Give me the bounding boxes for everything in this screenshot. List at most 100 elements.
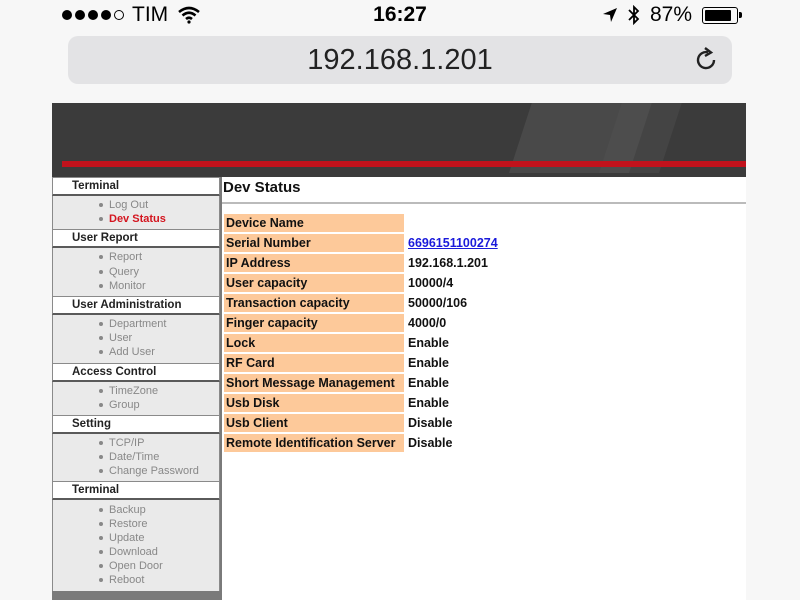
bluetooth-icon — [628, 5, 640, 25]
nav-header-user-report[interactable]: User Report — [52, 229, 220, 249]
row-value: Enable — [408, 336, 449, 350]
bullet-icon — [99, 388, 103, 393]
row-value: 4000/0 — [408, 316, 447, 330]
sidebar-item-monitor[interactable]: Monitor — [53, 279, 219, 293]
row-value-cell: Enable — [406, 394, 556, 412]
nav-group-user-administration: User Administration Department User Add Use… — [52, 295, 220, 363]
bullet-icon — [99, 521, 103, 526]
bullet-icon — [99, 255, 103, 260]
sidebar-item-group[interactable]: Group — [53, 398, 219, 412]
row-label: Usb Client — [224, 414, 404, 432]
row-value: Disable — [408, 436, 453, 450]
row-value: 10000/4 — [408, 276, 454, 290]
bullet-icon — [99, 469, 103, 474]
status-bar-right: 87% — [602, 3, 742, 27]
bullet-icon — [99, 535, 103, 540]
bullet-icon — [99, 336, 103, 341]
sidebar-item-label: Add User — [109, 346, 155, 359]
row-value-cell: Enable — [406, 354, 556, 372]
sidebar-item-open-door[interactable]: Open Door — [53, 559, 219, 573]
nav-header-user-administration[interactable]: User Administration — [52, 295, 220, 315]
row-value-cell: 6696151100274 — [406, 234, 556, 252]
sidebar-item-download[interactable]: Download — [53, 545, 219, 559]
nav-items: Backup Restore Update Download Open Door Rebo… — [52, 500, 220, 591]
sidebar-item-change-password[interactable]: Change Password — [53, 464, 219, 478]
address-bar[interactable]: 192.168.1.201 — [68, 36, 732, 84]
table-row: Lock Enable — [224, 334, 556, 352]
nav-group-access-control: Access Control TimeZone Group — [52, 362, 220, 415]
location-arrow-icon — [602, 8, 617, 22]
nav-items: Report Query Monitor — [52, 248, 220, 296]
sidebar-item-label: Update — [109, 531, 145, 544]
sidebar-item-label: Monitor — [109, 279, 146, 292]
nav-group-terminal: Terminal Backup Restore Update Download Open … — [52, 481, 220, 591]
ios-status-bar: TIM 16:27 87% — [0, 0, 800, 30]
sidebar-item-label: Date/Time — [109, 451, 160, 464]
sidebar-item-query[interactable]: Query — [53, 265, 219, 279]
row-label: Lock — [224, 334, 404, 352]
row-label: Short Message Management — [224, 374, 404, 392]
nav-header-terminal[interactable]: Terminal — [52, 177, 220, 196]
serial-number-link[interactable]: 6696151100274 — [408, 236, 498, 250]
table-row: Short Message Management Enable — [224, 374, 556, 392]
nav-items: Department User Add User — [52, 314, 220, 363]
table-row: Transaction capacity 50000/106 — [224, 294, 556, 312]
table-row: RF Card Enable — [224, 354, 556, 372]
reload-icon[interactable] — [692, 46, 720, 74]
sidebar-item-log-out[interactable]: Log Out — [53, 198, 219, 212]
sidebar-item-label: Group — [109, 398, 140, 411]
row-value-cell: Enable — [406, 334, 556, 352]
sidebar-item-label: Backup — [109, 503, 146, 516]
dev-status-table: Device Name Serial Number 6696151100274 IP … — [222, 212, 558, 454]
row-value-cell: 50000/106 — [406, 294, 556, 312]
nav-header-terminal[interactable]: Terminal — [52, 481, 220, 501]
row-value: 50000/106 — [408, 296, 468, 310]
sidebar-item-label: TCP/IP — [109, 436, 145, 449]
nav-items: Log Out Dev Status — [52, 196, 220, 230]
sidebar-item-user[interactable]: User — [53, 331, 219, 345]
sidebar-item-dev-status[interactable]: Dev Status — [53, 212, 219, 226]
nav-header-setting[interactable]: Setting — [52, 414, 220, 434]
nav-items: TCP/IP Date/Time Change Password — [52, 433, 220, 482]
sidebar-item-backup[interactable]: Backup — [53, 502, 219, 516]
table-row: Usb Disk Enable — [224, 394, 556, 412]
bullet-icon — [99, 269, 103, 274]
sidebar-item-label: Log Out — [109, 199, 149, 212]
bullet-icon — [99, 440, 103, 445]
sidebar-item-department[interactable]: Department — [53, 317, 219, 331]
url-text[interactable]: 192.168.1.201 — [68, 44, 732, 77]
bullet-icon — [99, 203, 103, 208]
row-label: Serial Number — [224, 234, 404, 252]
table-row: IP Address 192.168.1.201 — [224, 254, 556, 272]
row-value-cell: 192.168.1.201 — [406, 254, 556, 272]
sidebar-item-report[interactable]: Report — [53, 250, 219, 264]
nav-items: TimeZone Group — [52, 381, 220, 415]
sidebar-item-label: TimeZone — [109, 384, 159, 397]
sidebar-item-reboot[interactable]: Reboot — [53, 573, 219, 587]
row-label: Remote Identification Server — [224, 434, 404, 452]
row-value-cell: Disable — [406, 434, 556, 452]
sidebar-item-label: Open Door — [109, 560, 163, 573]
sidebar-item-date-time[interactable]: Date/Time — [53, 450, 219, 464]
row-label: Usb Disk — [224, 394, 404, 412]
row-label: IP Address — [224, 254, 404, 272]
banner-red-stripe — [62, 161, 746, 167]
sidebar-item-label: Report — [109, 251, 143, 264]
sidebar-item-timezone[interactable]: TimeZone — [53, 384, 219, 398]
row-value: Enable — [408, 376, 449, 390]
row-value: Disable — [408, 416, 453, 430]
battery-icon — [702, 6, 742, 24]
sidebar-item-add-user[interactable]: Add User — [53, 345, 219, 359]
sidebar-item-label: Change Password — [109, 465, 199, 478]
web-page: Terminal Log Out Dev Status User Report Repo… — [52, 103, 746, 600]
table-row: Finger capacity 4000/0 — [224, 314, 556, 332]
sidebar-item-tcp-ip[interactable]: TCP/IP — [53, 436, 219, 450]
nav-header-access-control[interactable]: Access Control — [52, 362, 220, 382]
row-value: Enable — [408, 356, 449, 370]
bullet-icon — [99, 350, 103, 355]
sidebar-item-update[interactable]: Update — [53, 531, 219, 545]
main-content: Dev Status Device Name Serial Number 66961… — [222, 177, 746, 600]
sidebar-item-restore[interactable]: Restore — [53, 517, 219, 531]
bullet-icon — [99, 550, 103, 555]
row-value-cell: Disable — [406, 414, 556, 432]
